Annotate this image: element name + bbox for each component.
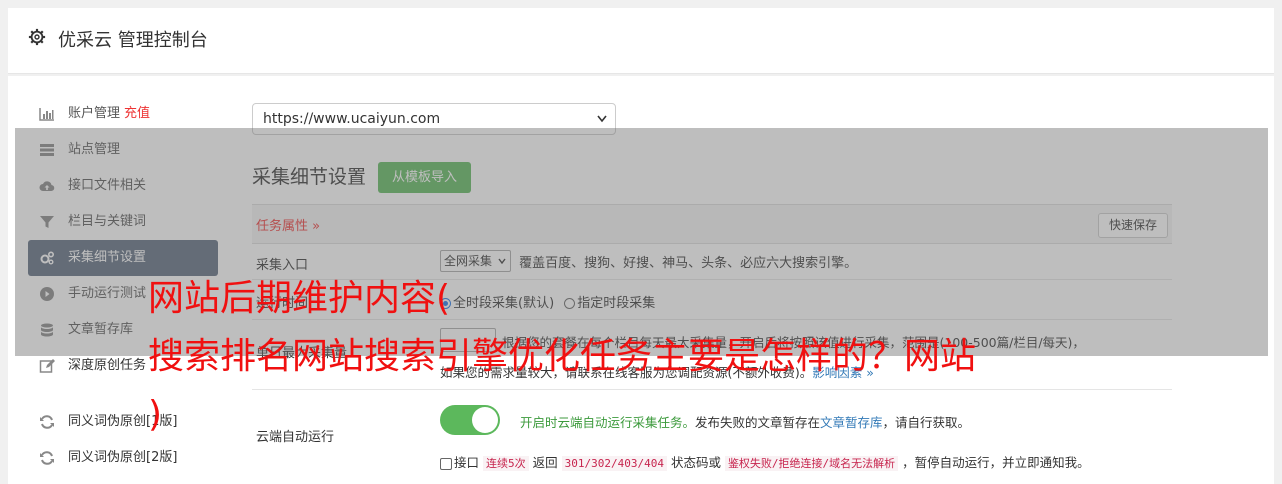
sidebar-item-account[interactable]: 账户管理 充值 bbox=[28, 96, 218, 132]
text-pause-notify: ，暂停自动运行，并立即通知我。 bbox=[902, 455, 1090, 470]
refresh-icon bbox=[40, 451, 54, 465]
text-status-or: 状态码或 bbox=[670, 455, 721, 470]
cloud-upload-icon bbox=[39, 181, 55, 192]
task-attributes-toggle[interactable]: 任务属性 » bbox=[256, 215, 320, 234]
import-template-button[interactable]: 从模板导入 bbox=[378, 162, 471, 193]
code-auth-failure: 鉴权失败/拒绝连接/域名无法解析 bbox=[724, 456, 899, 471]
overlay-caption: 网站后期维护内容( 搜索排名网站搜索引擎优化任务主要是怎样的？网站 ) bbox=[148, 270, 1148, 444]
gear-icon bbox=[28, 28, 46, 46]
overlay-line-1: 网站后期维护内容( bbox=[148, 278, 451, 319]
task-attributes-bar: 任务属性 » 快速保存 bbox=[252, 204, 1172, 244]
server-icon bbox=[40, 144, 54, 156]
edit-icon bbox=[39, 359, 55, 373]
section-title: 采集细节设置 bbox=[252, 166, 367, 188]
sidebar-item-label: 账户管理 bbox=[68, 106, 121, 121]
page-scrollbar[interactable] bbox=[1274, 0, 1282, 484]
sidebar-item-synonym-v2[interactable]: 同义词伪原创[2版] bbox=[28, 440, 218, 476]
code-consecutive: 连续5次 bbox=[483, 456, 529, 471]
sidebar-item-label: 接口文件相关 bbox=[68, 178, 147, 193]
quick-save-button[interactable]: 快速保存 bbox=[1098, 213, 1168, 238]
sidebar-item-label: 深度原创任务 bbox=[68, 358, 147, 373]
sidebar-item-keywords[interactable]: 栏目与关键词 bbox=[28, 204, 218, 240]
gears-icon bbox=[40, 251, 55, 265]
page-title: 优采云 管理控制台 bbox=[58, 30, 208, 51]
database-icon bbox=[41, 323, 53, 337]
sidebar-item-label: 文章暂存库 bbox=[68, 322, 134, 337]
sidebar-item-interface-files[interactable]: 接口文件相关 bbox=[28, 168, 218, 204]
site-select-value: https://www.ucaiyun.com bbox=[263, 111, 441, 127]
code-status-codes: 301/302/403/404 bbox=[561, 456, 667, 471]
header-bar: 优采云 管理控制台 bbox=[8, 8, 1274, 74]
recharge-link[interactable]: 充值 bbox=[124, 106, 150, 121]
filter-icon bbox=[40, 216, 54, 228]
sidebar-item-label: 同义词伪原创[2版] bbox=[68, 450, 178, 465]
sidebar-item-sites[interactable]: 站点管理 bbox=[28, 132, 218, 168]
refresh-icon bbox=[40, 415, 54, 429]
sidebar-item-label: 站点管理 bbox=[68, 142, 121, 157]
entry-description: 覆盖百度、搜狗、好搜、神马、头条、必应六大搜索引擎。 bbox=[519, 255, 858, 271]
chevron-down-icon bbox=[498, 258, 506, 264]
entry-select-value: 全网采集 bbox=[444, 254, 493, 268]
sidebar-item-label: 手动运行测试 bbox=[68, 286, 147, 301]
pause-notify-checkbox[interactable] bbox=[440, 457, 452, 470]
play-icon bbox=[40, 287, 54, 301]
site-select[interactable]: https://www.ucaiyun.com bbox=[252, 103, 616, 135]
text-return: 返回 bbox=[532, 455, 558, 470]
entry-select[interactable]: 全网采集 bbox=[440, 250, 512, 272]
checkbox-label: 接口 bbox=[454, 455, 480, 470]
overlay-line-2: 搜索排名网站搜索引擎优化任务主要是怎样的？网站 bbox=[148, 336, 977, 377]
sidebar-item-label: 栏目与关键词 bbox=[68, 214, 147, 229]
bar-chart-icon bbox=[39, 108, 54, 121]
overlay-line-3: ) bbox=[148, 394, 163, 435]
sidebar-item-label: 采集细节设置 bbox=[68, 250, 147, 265]
chevron-down-icon bbox=[597, 115, 607, 123]
